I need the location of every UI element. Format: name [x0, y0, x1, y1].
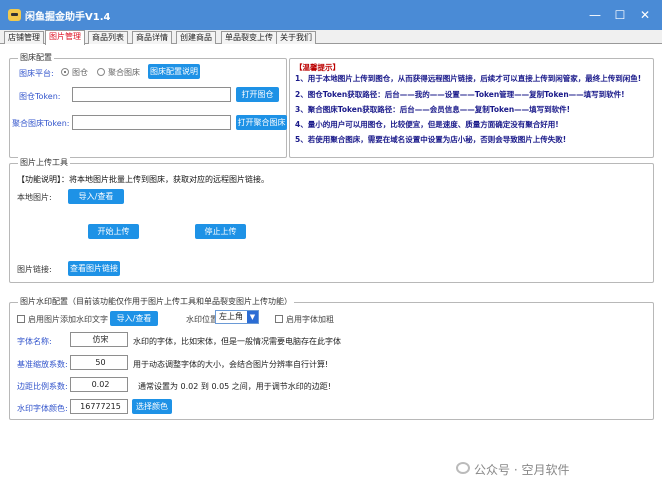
radio-tucang[interactable] — [61, 68, 69, 76]
start-upload-button[interactable]: 开始上传 — [88, 224, 139, 239]
tip-5: 5、若使用聚合图床，需要在域名设置中设置为店小秘，否则会导致图片上传失败! — [295, 135, 567, 144]
image-links-label: 图片链接: — [17, 265, 52, 274]
chevron-down-icon: ▼ — [247, 311, 258, 323]
token2-label: 聚合图床Token: — [12, 119, 70, 128]
tip-2: 2、图仓Token获取路径：后台——我的——设置——Token管理——复制Tok… — [295, 90, 625, 99]
tucang-token-input[interactable] — [72, 87, 231, 102]
choose-color-button[interactable]: 选择颜色 — [132, 399, 172, 414]
base-scale-input[interactable]: 50 — [70, 355, 128, 370]
group-title: 图片水印配置（目前该功能仅作用于图片上传工具和单品裂变图片上传功能） — [18, 296, 294, 307]
token1-label: 图仓Token: — [19, 92, 61, 101]
tip-1: 1、用于本地图片上传到图仓，从而获得远程图片链接，后续才可以直接上传到闲管家，最… — [295, 74, 642, 83]
overlay-watermark: 公众号 · 空月软件 — [474, 463, 570, 477]
open-tucang-button[interactable]: 打开图仓 — [236, 87, 279, 102]
bold-font-checkbox[interactable] — [275, 315, 283, 323]
margin-ratio-label: 边距比例系数: — [17, 382, 68, 391]
bed-doc-button[interactable]: 图床配置说明 — [148, 64, 200, 79]
tab-create-product[interactable]: 创建商品 — [176, 31, 216, 44]
margin-ratio-desc: 通常设置为 0.02 到 0.05 之间，用于调节水印的边距! — [138, 382, 332, 391]
open-juhe-button[interactable]: 打开聚合图床 — [236, 115, 287, 130]
tip-3: 3、聚合图床Token获取路径：后台——会员信息——复制Token——填写到软件… — [295, 105, 571, 114]
wechat-icon — [456, 462, 470, 474]
enable-watermark-label: 启用图片添加水印文字 — [28, 315, 108, 324]
font-color-input[interactable]: 16777215 — [70, 399, 128, 414]
radio-juhe[interactable] — [97, 68, 105, 76]
font-name-desc: 水印的字体，比如宋体，但是一般情况需要电脑存在此字体 — [133, 337, 341, 346]
maximize-button[interactable]: ☐ — [611, 6, 629, 24]
title-bar: 闲鱼掘金助手V1.4 — ☐ ✕ — [0, 0, 662, 30]
minimize-button[interactable]: — — [586, 6, 604, 24]
base-scale-desc: 用于动态调整字体的大小，会结合图片分辨率自行计算! — [133, 360, 329, 369]
margin-ratio-input[interactable]: 0.02 — [70, 377, 128, 392]
tab-store-manage[interactable]: 店铺管理 — [4, 31, 44, 44]
watermark-position-select[interactable]: 左上角 ▼ — [215, 310, 259, 324]
tab-image-manage[interactable]: 图片管理 — [45, 30, 85, 45]
upload-description: 【功能说明】：将本地图片批量上传到图床，获取对应的远程图片链接。 — [17, 175, 269, 184]
group-title: 图片上传工具 — [18, 157, 70, 168]
font-color-label: 水印字体颜色: — [17, 404, 68, 413]
watermark-import-button[interactable]: 导入/查看 — [110, 311, 158, 326]
base-scale-label: 基准缩放系数: — [17, 360, 68, 369]
bold-font-label: 启用字体加粗 — [286, 315, 334, 324]
font-name-input[interactable]: 仿宋 — [70, 332, 128, 347]
image-manage-panel: 图床配置 图床平台: 图仓 聚合图床 图床配置说明 图仓Token: 打开图仓 … — [0, 45, 662, 500]
tab-fission-upload[interactable]: 单品裂变上传 — [221, 31, 277, 44]
view-links-button[interactable]: 查看图片链接 — [68, 261, 120, 276]
radio-juhe-label: 聚合图床 — [108, 68, 140, 77]
tab-bar: 店铺管理 图片管理 商品列表 商品详情 创建商品 单品裂变上传 关于我们 — [0, 30, 662, 45]
local-images-label: 本地图片: — [17, 193, 52, 202]
tips-title: 【温馨提示】 — [295, 63, 340, 72]
tab-product-detail[interactable]: 商品详情 — [132, 31, 172, 44]
juhe-token-input[interactable] — [72, 115, 231, 130]
close-button[interactable]: ✕ — [636, 6, 654, 24]
tab-product-list[interactable]: 商品列表 — [88, 31, 128, 44]
platform-label: 图床平台: — [19, 69, 54, 78]
app-logo-icon — [8, 9, 21, 21]
tab-about-us[interactable]: 关于我们 — [276, 31, 316, 44]
tip-4: 4、量小的用户可以用图仓，比较便宜，但是速度、质量方面确定没有聚合好用! — [295, 120, 559, 129]
watermark-position-value: 左上角 — [219, 312, 243, 321]
radio-tucang-label: 图仓 — [72, 68, 88, 77]
stop-upload-button[interactable]: 停止上传 — [195, 224, 246, 239]
group-title: 图床配置 — [18, 52, 54, 63]
enable-watermark-checkbox[interactable] — [17, 315, 25, 323]
window-title: 闲鱼掘金助手V1.4 — [25, 12, 111, 23]
import-images-button[interactable]: 导入/查看 — [68, 189, 124, 204]
font-name-label: 字体名称: — [17, 337, 52, 346]
